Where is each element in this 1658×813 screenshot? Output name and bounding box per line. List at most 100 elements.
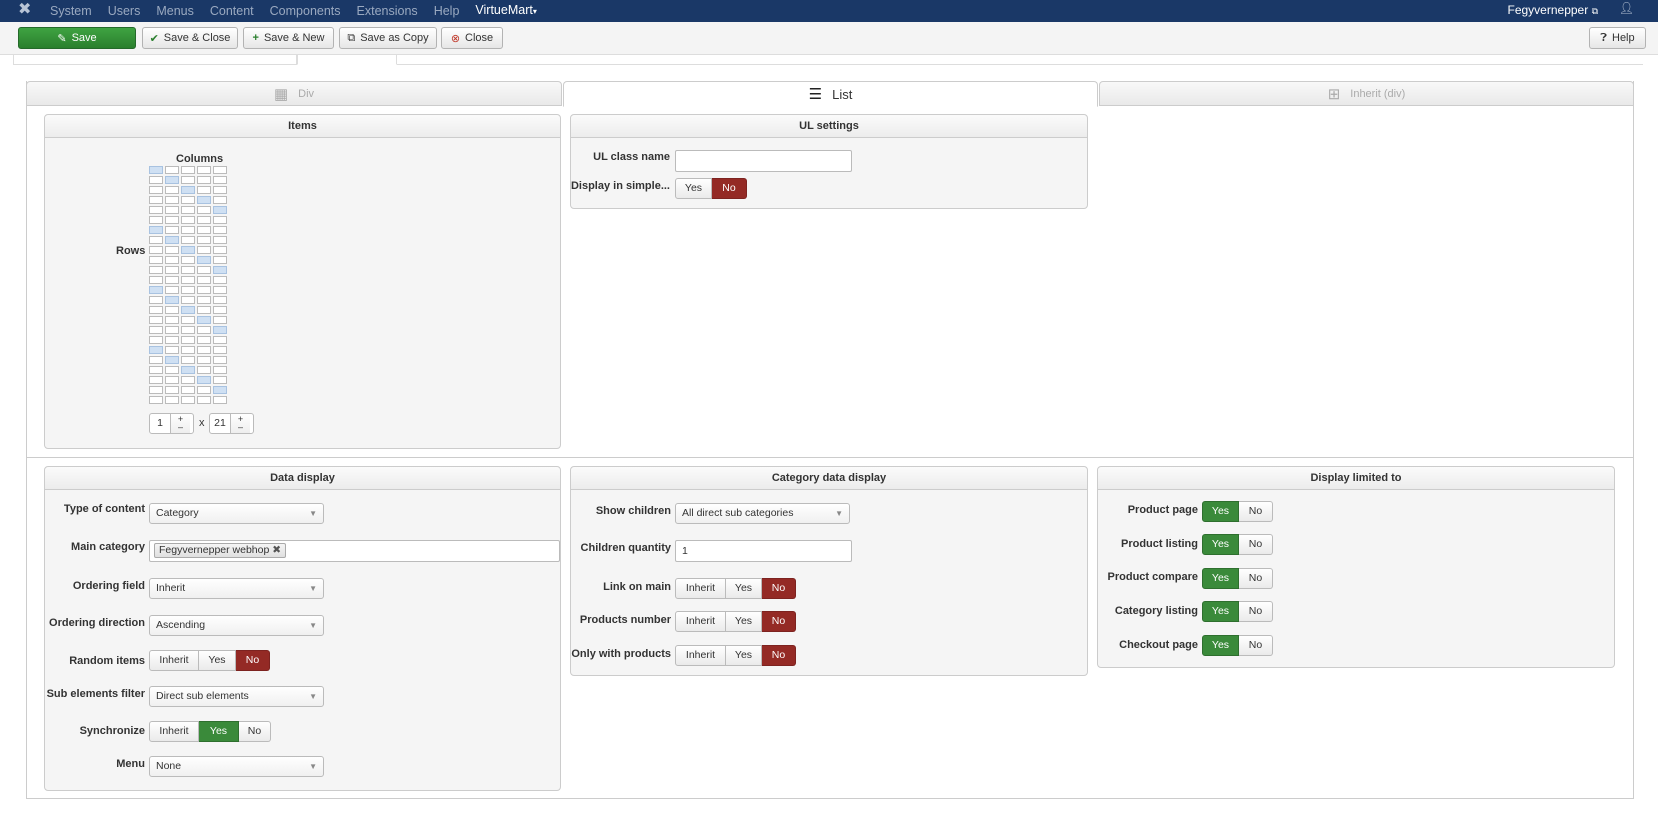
yes-button[interactable]: Yes	[1202, 501, 1239, 522]
menu-components[interactable]: Components	[270, 0, 341, 22]
grid-cell[interactable]	[197, 196, 211, 204]
menu-select[interactable]: None ▼	[149, 756, 324, 777]
grid-cell[interactable]	[197, 186, 211, 194]
yes-button[interactable]: Yes	[1202, 534, 1239, 555]
menu-help[interactable]: Help	[434, 0, 460, 22]
grid-cell[interactable]	[213, 246, 227, 254]
grid-cell[interactable]	[213, 166, 227, 174]
grid-cell[interactable]	[197, 256, 211, 264]
grid-cell[interactable]	[181, 356, 195, 364]
grid-cell[interactable]	[213, 266, 227, 274]
menu-system[interactable]: System	[50, 0, 92, 22]
grid-cell[interactable]	[149, 306, 163, 314]
grid-cell[interactable]	[149, 266, 163, 274]
grid-cell[interactable]	[165, 396, 179, 404]
grid-cell[interactable]	[181, 286, 195, 294]
grid-cell[interactable]	[213, 236, 227, 244]
grid-cell[interactable]	[181, 236, 195, 244]
grid-cell[interactable]	[149, 276, 163, 284]
grid-cell[interactable]	[197, 226, 211, 234]
no-button[interactable]: No	[236, 650, 270, 671]
grid-cell[interactable]	[165, 246, 179, 254]
grid-cell[interactable]	[165, 256, 179, 264]
columns-plus-minus[interactable]: + –	[170, 414, 190, 433]
grid-cell[interactable]	[181, 346, 195, 354]
yes-button[interactable]: Yes	[1202, 635, 1239, 656]
grid-cell[interactable]	[181, 226, 195, 234]
grid-cell[interactable]	[165, 186, 179, 194]
grid-cell[interactable]	[197, 376, 211, 384]
grid-cell[interactable]	[165, 286, 179, 294]
grid-cell[interactable]	[149, 186, 163, 194]
no-button[interactable]: No	[239, 721, 271, 742]
grid-cell[interactable]	[181, 246, 195, 254]
grid-cell[interactable]	[149, 226, 163, 234]
inherit-button[interactable]: Inherit	[675, 645, 726, 666]
main-category-chip[interactable]: Fegyvernepper webhop ✖	[154, 543, 287, 558]
inherit-button[interactable]: Inherit	[149, 721, 199, 742]
grid-cell[interactable]	[213, 186, 227, 194]
save-copy-button[interactable]: ⧉ Save as Copy	[339, 27, 437, 49]
ordering-field-select[interactable]: Inherit ▼	[149, 578, 324, 599]
grid-cell[interactable]	[165, 266, 179, 274]
save-new-button[interactable]: + Save & New	[243, 27, 334, 49]
grid-cell[interactable]	[149, 396, 163, 404]
save-button[interactable]: ✎ Save	[18, 27, 136, 49]
remove-chip-icon[interactable]: ✖	[272, 544, 281, 556]
grid-cell[interactable]	[165, 366, 179, 374]
grid-cell[interactable]	[165, 336, 179, 344]
yes-button[interactable]: Yes	[726, 645, 762, 666]
yes-button[interactable]: Yes	[1202, 601, 1239, 622]
grid-cell[interactable]	[197, 356, 211, 364]
grid-cell[interactable]	[181, 176, 195, 184]
grid-cell[interactable]	[213, 316, 227, 324]
ul-class-input[interactable]	[675, 150, 852, 172]
grid-cell[interactable]	[165, 276, 179, 284]
grid-cell[interactable]	[149, 166, 163, 174]
grid-cell[interactable]	[149, 356, 163, 364]
grid-cell[interactable]	[181, 216, 195, 224]
grid-cell[interactable]	[197, 286, 211, 294]
grid-cell[interactable]	[181, 396, 195, 404]
grid-cell[interactable]	[149, 386, 163, 394]
grid-cell[interactable]	[181, 386, 195, 394]
grid-cell[interactable]	[213, 396, 227, 404]
tab-previous[interactable]	[13, 55, 297, 65]
grid-cell[interactable]	[165, 206, 179, 214]
grid-cell[interactable]	[197, 176, 211, 184]
grid-cell[interactable]	[165, 166, 179, 174]
grid-cell[interactable]	[165, 196, 179, 204]
grid-cell[interactable]	[197, 336, 211, 344]
grid-cell[interactable]	[165, 176, 179, 184]
columns-stepper[interactable]: 1 + –	[149, 413, 194, 434]
grid-cell[interactable]	[213, 176, 227, 184]
grid-cell[interactable]	[181, 316, 195, 324]
inherit-button[interactable]: Inherit	[675, 578, 726, 599]
grid-cell[interactable]	[165, 346, 179, 354]
yes-button[interactable]: Yes	[726, 611, 762, 632]
no-button[interactable]: No	[1239, 635, 1273, 656]
grid-cell[interactable]	[181, 366, 195, 374]
grid-cell[interactable]	[149, 316, 163, 324]
grid-cell[interactable]	[181, 256, 195, 264]
yes-button[interactable]: Yes	[675, 178, 712, 199]
grid-cell[interactable]	[149, 196, 163, 204]
grid-cell[interactable]	[165, 226, 179, 234]
grid-cell[interactable]	[213, 356, 227, 364]
type-content-select[interactable]: Category ▼	[149, 503, 324, 524]
ordering-direction-select[interactable]: Ascending ▼	[149, 615, 324, 636]
yes-button[interactable]: Yes	[199, 721, 239, 742]
grid-cell[interactable]	[213, 286, 227, 294]
grid-cell[interactable]	[181, 376, 195, 384]
grid-cell[interactable]	[197, 306, 211, 314]
grid-cell[interactable]	[213, 206, 227, 214]
grid-cell[interactable]	[213, 336, 227, 344]
grid-cell[interactable]	[213, 366, 227, 374]
grid-cell[interactable]	[197, 206, 211, 214]
grid-cell[interactable]	[213, 306, 227, 314]
rows-stepper[interactable]: 21 + –	[209, 413, 254, 434]
user-icon[interactable]: 👤︎	[1619, 1, 1634, 15]
grid-cell[interactable]	[181, 306, 195, 314]
no-button[interactable]: No	[762, 645, 796, 666]
grid-cell[interactable]	[197, 316, 211, 324]
